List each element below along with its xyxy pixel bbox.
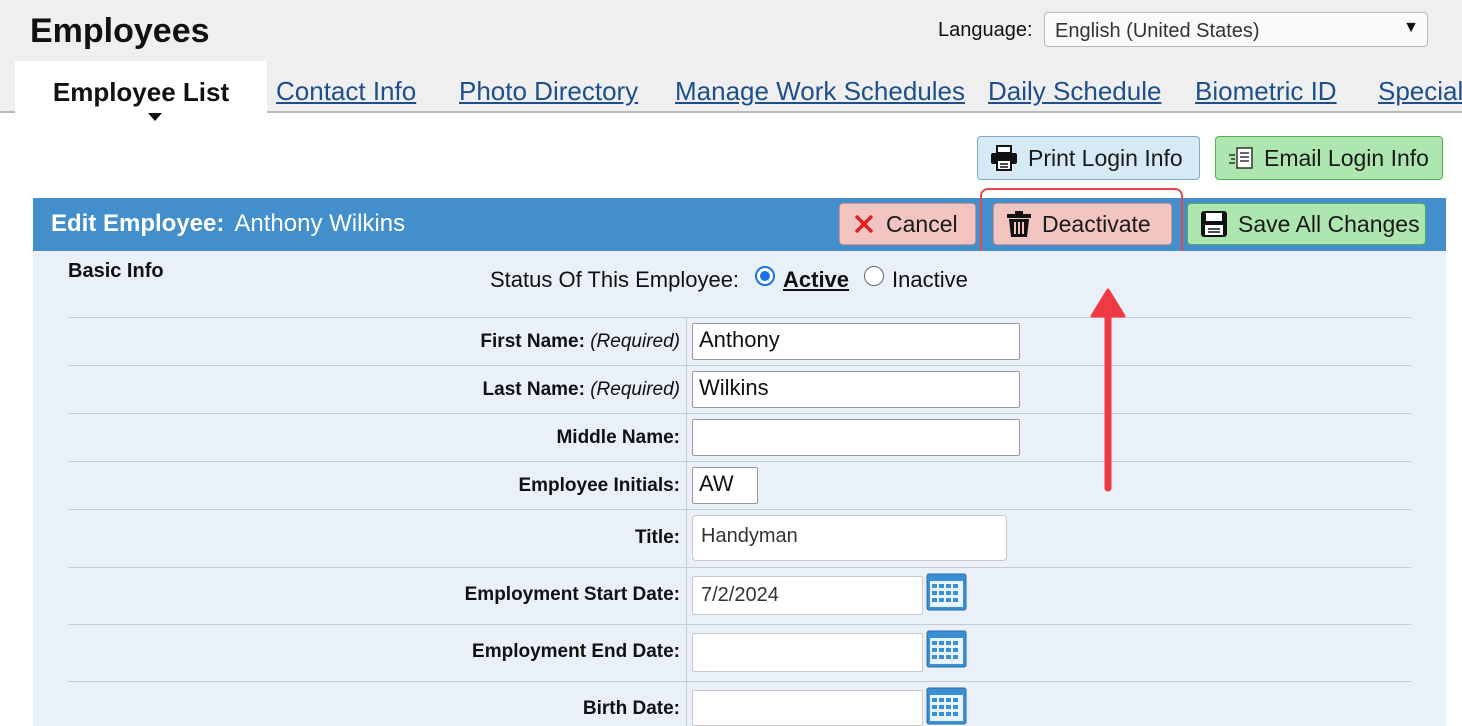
- language-select[interactable]: English (United States) ▼: [1044, 12, 1428, 47]
- email-send-icon: [1229, 147, 1253, 169]
- status-inactive-radio[interactable]: [864, 266, 884, 286]
- cancel-button[interactable]: Cancel: [839, 203, 976, 245]
- page-title: Employees: [30, 12, 210, 50]
- first-name-label-text: First Name:: [480, 331, 585, 352]
- birth-date-label: Birth Date:: [582, 698, 680, 719]
- active-tab-arrow-icon: [148, 113, 162, 121]
- status-label: Status Of This Employee:: [490, 267, 740, 292]
- tab-photo-directory[interactable]: Photo Directory: [459, 76, 638, 107]
- end-date-label: Employment End Date:: [472, 641, 680, 662]
- tab-daily-schedule[interactable]: Daily Schedule: [988, 76, 1161, 107]
- row-divider: [68, 365, 1411, 366]
- cancel-label: Cancel: [886, 210, 958, 237]
- last-name-field[interactable]: Wilkins: [692, 371, 1020, 408]
- edit-employee-heading: Edit Employee:: [51, 210, 225, 237]
- last-name-label: Last Name: (Required): [483, 379, 680, 401]
- annotation-arrow-icon: [1090, 288, 1126, 492]
- birth-date-field[interactable]: [692, 690, 923, 726]
- save-all-changes-button[interactable]: Save All Changes: [1187, 203, 1426, 245]
- initials-value: AW: [699, 471, 734, 496]
- tab-contact-info[interactable]: Contact Info: [276, 76, 416, 107]
- last-name-value: Wilkins: [699, 375, 769, 400]
- basic-info-title: Basic Info: [68, 260, 164, 282]
- save-label: Save All Changes: [1238, 210, 1420, 237]
- initials-field[interactable]: AW: [692, 467, 758, 504]
- edit-employee-title: Edit Employee: Anthony Wilkins: [51, 210, 405, 238]
- save-disk-icon: [1201, 211, 1227, 237]
- row-divider: [68, 413, 1411, 414]
- row-divider: [68, 461, 1411, 462]
- row-divider: [68, 567, 1411, 568]
- start-date-value: 7/2/2024: [701, 584, 779, 606]
- middle-name-label: Middle Name:: [556, 427, 680, 448]
- close-icon: [854, 214, 874, 234]
- calendar-icon[interactable]: [926, 687, 967, 725]
- initials-label: Employee Initials:: [518, 475, 680, 496]
- email-login-info-button[interactable]: Email Login Info: [1215, 136, 1443, 180]
- tab-manage-work-schedules[interactable]: Manage Work Schedules: [675, 76, 965, 107]
- row-divider: [68, 317, 1411, 318]
- status-active-radio[interactable]: [755, 266, 775, 286]
- start-date-label: Employment Start Date:: [464, 584, 680, 605]
- middle-name-field[interactable]: [692, 419, 1020, 456]
- employee-name: Anthony Wilkins: [234, 210, 406, 237]
- first-name-field[interactable]: Anthony: [692, 323, 1020, 360]
- tab-biometric-id[interactable]: Biometric ID: [1195, 76, 1337, 107]
- title-value: Handyman: [701, 525, 798, 547]
- print-login-info-button[interactable]: Print Login Info: [977, 136, 1200, 180]
- row-divider: [68, 624, 1411, 625]
- first-name-label: First Name: (Required): [480, 331, 680, 353]
- start-date-field[interactable]: 7/2/2024: [692, 576, 923, 615]
- email-login-label: Email Login Info: [1264, 144, 1429, 171]
- end-date-field[interactable]: [692, 633, 923, 672]
- calendar-icon[interactable]: [926, 573, 967, 611]
- column-divider: [686, 317, 687, 726]
- last-name-label-text: Last Name:: [482, 379, 585, 400]
- row-divider: [68, 509, 1411, 510]
- tab-special[interactable]: Special: [1378, 76, 1462, 107]
- language-label: Language:: [938, 19, 1033, 41]
- chevron-down-icon: ▼: [1403, 19, 1419, 36]
- tab-label: Employee List: [52, 77, 230, 107]
- required-tag: (Required): [590, 379, 680, 400]
- calendar-icon[interactable]: [926, 630, 967, 668]
- title-label: Title:: [634, 527, 680, 548]
- language-value: English (United States): [1055, 20, 1260, 42]
- required-tag: (Required): [590, 331, 680, 352]
- title-field[interactable]: Handyman: [692, 515, 1007, 561]
- row-divider: [68, 681, 1411, 682]
- first-name-value: Anthony: [699, 327, 780, 352]
- tab-employee-list[interactable]: Employee List: [15, 61, 267, 123]
- status-active-label[interactable]: Active: [783, 267, 849, 293]
- printer-icon: [991, 145, 1017, 171]
- print-login-label: Print Login Info: [1028, 144, 1183, 171]
- status-inactive-label[interactable]: Inactive: [892, 267, 968, 293]
